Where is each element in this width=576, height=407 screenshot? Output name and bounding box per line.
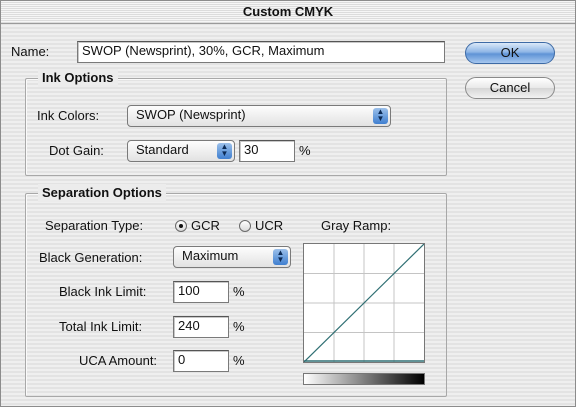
black-generation-select[interactable]: Maximum ▲ ▼ [173,246,291,268]
uca-amount-input[interactable]: 0 [173,350,229,372]
ink-colors-value: SWOP (Newsprint) [136,107,246,122]
dot-gain-mode-select[interactable]: Standard ▲ ▼ [127,140,235,162]
gray-ramp-gradient-bar [303,373,425,385]
dot-gain-unit: % [299,143,311,158]
separation-options-title: Separation Options [38,184,166,202]
uca-amount-unit: % [233,353,245,368]
chevron-up-down-icon: ▲ ▼ [217,143,232,159]
total-ink-limit-input[interactable]: 240 [173,316,229,338]
separation-type-label: Separation Type: [45,218,144,233]
uca-amount-label: UCA Amount: [79,353,158,368]
chevron-up-down-icon: ▲ ▼ [273,249,288,265]
black-generation-label: Black Generation: [39,250,143,265]
dot-gain-input[interactable]: 30 [239,140,295,162]
black-ink-limit-label: Black Ink Limit: [59,284,147,299]
ink-options-title: Ink Options [38,69,118,87]
black-generation-value: Maximum [182,248,239,263]
gcr-radio[interactable] [175,220,187,232]
name-input[interactable]: SWOP (Newsprint), 30%, GCR, Maximum [77,41,445,63]
name-label: Name: [11,44,50,59]
black-ink-limit-unit: % [233,284,245,299]
gray-ramp-graph [303,243,425,363]
cancel-button[interactable]: Cancel [465,77,555,99]
gcr-radio-label[interactable]: GCR [191,217,220,235]
ink-colors-select[interactable]: SWOP (Newsprint) ▲ ▼ [127,105,391,127]
chevron-up-down-icon: ▲ ▼ [373,108,388,124]
black-ink-limit-input[interactable]: 100 [173,281,229,303]
total-ink-limit-unit: % [233,319,245,334]
ink-colors-label: Ink Colors: [37,108,100,123]
dot-gain-mode-value: Standard [136,142,189,157]
gray-ramp-svg [304,244,424,362]
total-ink-limit-label: Total Ink Limit: [59,319,143,334]
custom-cmyk-dialog: Custom CMYK Name: SWOP (Newsprint), 30%,… [0,0,576,407]
ink-options-group: Ink Options [25,69,447,176]
gray-ramp-label: Gray Ramp: [321,218,392,233]
dialog-title: Custom CMYK [1,1,575,24]
ok-button[interactable]: OK [465,42,555,64]
ucr-radio-label[interactable]: UCR [255,217,283,235]
dot-gain-label: Dot Gain: [49,143,104,158]
ucr-radio[interactable] [239,220,251,232]
